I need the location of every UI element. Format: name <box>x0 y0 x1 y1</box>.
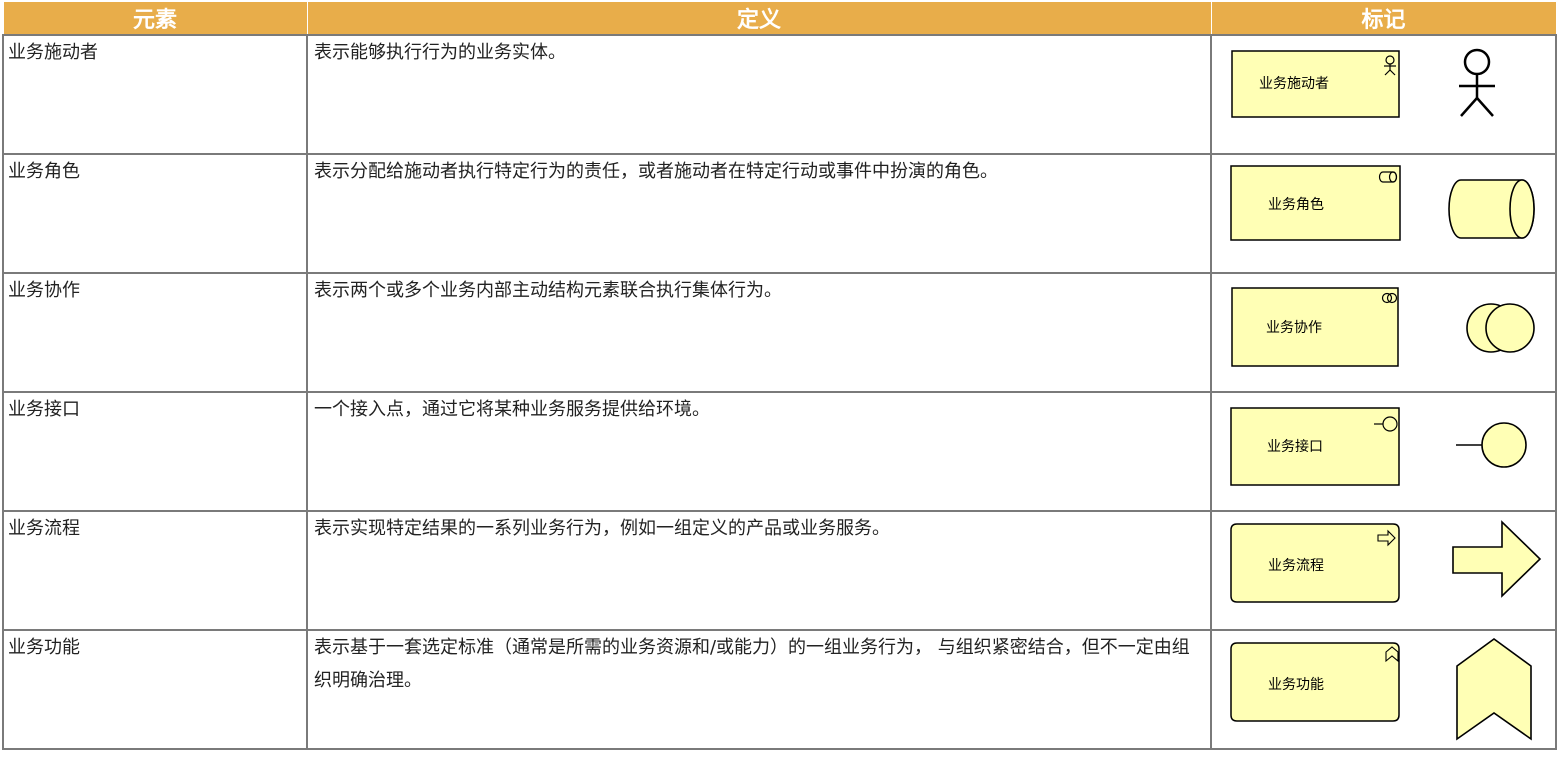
element-definition: 表示两个或多个业务内部主动结构元素联合执行集体行为。 <box>306 272 1212 393</box>
table-row: 业务协作 表示两个或多个业务内部主动结构元素联合执行集体行为。 业务协作 <box>2 272 1557 393</box>
function-box-label: 业务功能 <box>1268 677 1324 693</box>
header-definition: 定义 <box>306 1 1212 36</box>
element-name: 业务流程 <box>2 510 308 631</box>
element-name: 业务施动者 <box>2 34 308 155</box>
interface-notation: 业务接口 <box>1230 407 1527 486</box>
notation-cell: 业务接口 <box>1210 391 1557 512</box>
table-row: 业务角色 表示分配给施动者执行特定行为的责任，或者施动者在特定行动或事件中扮演的… <box>2 153 1557 274</box>
element-definition: 表示分配给施动者执行特定行为的责任，或者施动者在特定行动或事件中扮演的角色。 <box>306 153 1212 274</box>
table-row: 业务施动者 表示能够执行行为的业务实体。 业务施动者 <box>2 34 1557 155</box>
process-icon <box>1452 520 1542 598</box>
table-row: 业务流程 表示实现特定结果的一系列业务行为，例如一组定义的产品或业务服务。 业务… <box>2 510 1557 631</box>
table-row: 业务接口 一个接入点，通过它将某种业务服务提供给环境。 业务接口 <box>2 391 1557 512</box>
role-box-label: 业务角色 <box>1268 196 1324 213</box>
role-notation: 业务角色 <box>1230 165 1535 241</box>
interface-icon <box>1456 422 1527 468</box>
notation-cell: 业务施动者 <box>1210 34 1557 155</box>
collaboration-icon <box>1466 303 1535 353</box>
table-row: 业务功能 表示基于一套选定标准（通常是所需的业务资源和/或能力）的一组业务行为，… <box>2 629 1557 750</box>
element-definition: 表示实现特定结果的一系列业务行为，例如一组定义的产品或业务服务。 <box>306 510 1212 631</box>
element-definition: 表示基于一套选定标准（通常是所需的业务资源和/或能力）的一组业务行为， 与组织紧… <box>306 629 1212 750</box>
element-definition: 一个接入点，通过它将某种业务服务提供给环境。 <box>306 391 1212 512</box>
notation-cell: 业务角色 <box>1210 153 1557 274</box>
notation-cell: 业务协作 <box>1210 272 1557 393</box>
function-icon <box>1456 638 1532 741</box>
role-icon <box>1448 179 1535 239</box>
actor-icon <box>1459 48 1495 117</box>
function-notation: 业务功能 <box>1230 638 1532 741</box>
process-box-label: 业务流程 <box>1268 558 1324 574</box>
header-row: 元素 定义 标记 <box>2 1 1557 36</box>
element-name: 业务功能 <box>2 629 308 750</box>
element-definition: 表示能够执行行为的业务实体。 <box>306 34 1212 155</box>
element-name: 业务接口 <box>2 391 308 512</box>
actor-box-label: 业务施动者 <box>1259 76 1329 92</box>
notation-cell: 业务流程 <box>1210 510 1557 631</box>
header-notation: 标记 <box>1210 1 1557 36</box>
interface-box-label: 业务接口 <box>1267 438 1323 455</box>
notation-cell: 业务功能 <box>1210 629 1557 750</box>
process-notation: 业务流程 <box>1230 520 1542 603</box>
header-element: 元素 <box>2 1 308 36</box>
collaboration-box-label: 业务协作 <box>1266 320 1322 336</box>
element-name: 业务角色 <box>2 153 308 274</box>
element-name: 业务协作 <box>2 272 308 393</box>
actor-notation: 业务施动者 <box>1231 48 1495 118</box>
collaboration-notation: 业务协作 <box>1231 287 1535 367</box>
elements-table: 元素 定义 标记 业务施动者 表示能够执行行为的业务实体。 业务施动者 业务角色… <box>2 1 1557 750</box>
